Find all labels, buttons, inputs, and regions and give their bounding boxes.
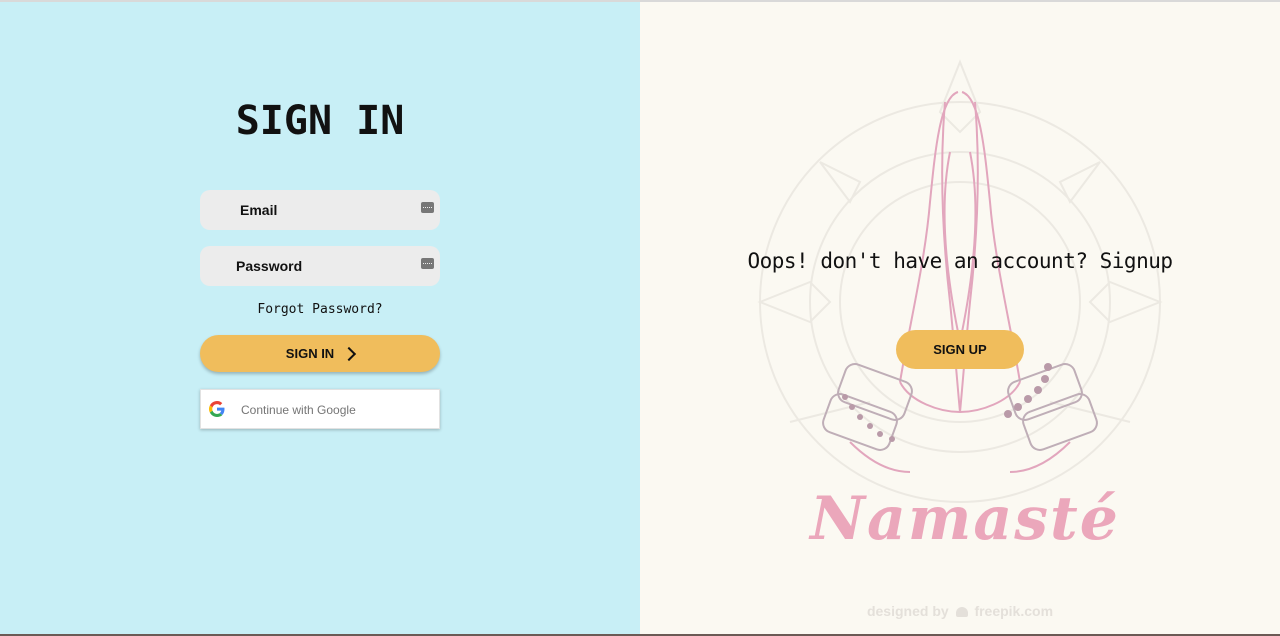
signup-prompt: Oops! don't have an account? Signup (747, 249, 1173, 273)
signup-panel: Oops! don't have an account? Signup SIGN… (640, 2, 1280, 634)
password-field-wrapper (200, 246, 440, 286)
signin-panel: SIGN IN Forgot Password? SIGN IN Continu… (0, 2, 640, 634)
google-signin-label: Continue with Google (241, 403, 356, 417)
credit-brand: freepik.com (974, 603, 1054, 619)
freepik-credit: designed by freepik.com (640, 603, 1280, 619)
signin-title: SIGN IN (235, 98, 405, 144)
signup-button[interactable]: SIGN UP (896, 330, 1024, 369)
google-g-icon (209, 401, 225, 417)
credit-prefix: designed by (866, 603, 949, 619)
email-field[interactable] (200, 190, 440, 230)
google-signin-button[interactable]: Continue with Google (200, 389, 440, 429)
keyboard-icon[interactable] (421, 258, 434, 269)
keyboard-icon[interactable] (421, 202, 434, 213)
password-field[interactable] (200, 246, 440, 286)
signin-button[interactable]: SIGN IN (200, 335, 440, 372)
freepik-leaf-icon (955, 607, 968, 617)
namaste-lettering: Namasté (810, 484, 1120, 554)
email-field-wrapper (200, 190, 440, 230)
forgot-password-link[interactable]: Forgot Password? (0, 302, 640, 317)
signin-button-label: SIGN IN (285, 346, 335, 361)
chevron-right-icon (342, 346, 357, 361)
